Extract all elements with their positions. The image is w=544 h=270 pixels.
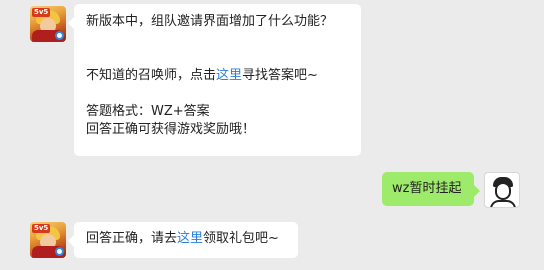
game-logo-icon: [55, 31, 64, 40]
answer-suffix: 领取礼包吧~: [203, 231, 279, 246]
hint-prefix: 不知道的召唤师，点击: [86, 68, 217, 83]
avatar-face: [495, 182, 511, 200]
user-avatar[interactable]: [484, 172, 520, 208]
message-bubble-reply: wz暂时挂起: [382, 172, 480, 206]
answer-prefix: 回答正确，请去: [86, 231, 178, 246]
game-logo-icon: [55, 247, 64, 256]
format-text: 答题格式：WZ+答案: [86, 104, 210, 119]
hint-suffix: 寻找答案吧~: [242, 68, 318, 83]
gift-link[interactable]: 这里: [177, 231, 203, 246]
message-bubble-answer: 回答正确，请去这里领取礼包吧~: [68, 222, 298, 258]
avatar-body: [490, 200, 516, 207]
bot-avatar[interactable]: 5v5: [30, 222, 66, 258]
message-bubble-question: 新版本中，组队邀请界面增加了什么功能？ 不知道的召唤师，点击这里寻找答案吧~ 答…: [68, 4, 361, 156]
game-badge: 5v5: [32, 224, 51, 233]
reply-text: wz暂时挂起: [392, 181, 462, 196]
bot-avatar[interactable]: 5v5: [30, 6, 66, 42]
hint-link[interactable]: 这里: [216, 68, 242, 83]
hint-text: 不知道的召唤师，点击这里寻找答案吧~: [86, 67, 349, 85]
answer-text: 回答正确，请去这里领取礼包吧~: [86, 230, 286, 248]
question-text: 新版本中，组队邀请界面增加了什么功能？: [86, 14, 334, 29]
reward-text: 回答正确可获得游戏奖励哦！: [86, 122, 256, 137]
game-badge: 5v5: [32, 8, 51, 17]
